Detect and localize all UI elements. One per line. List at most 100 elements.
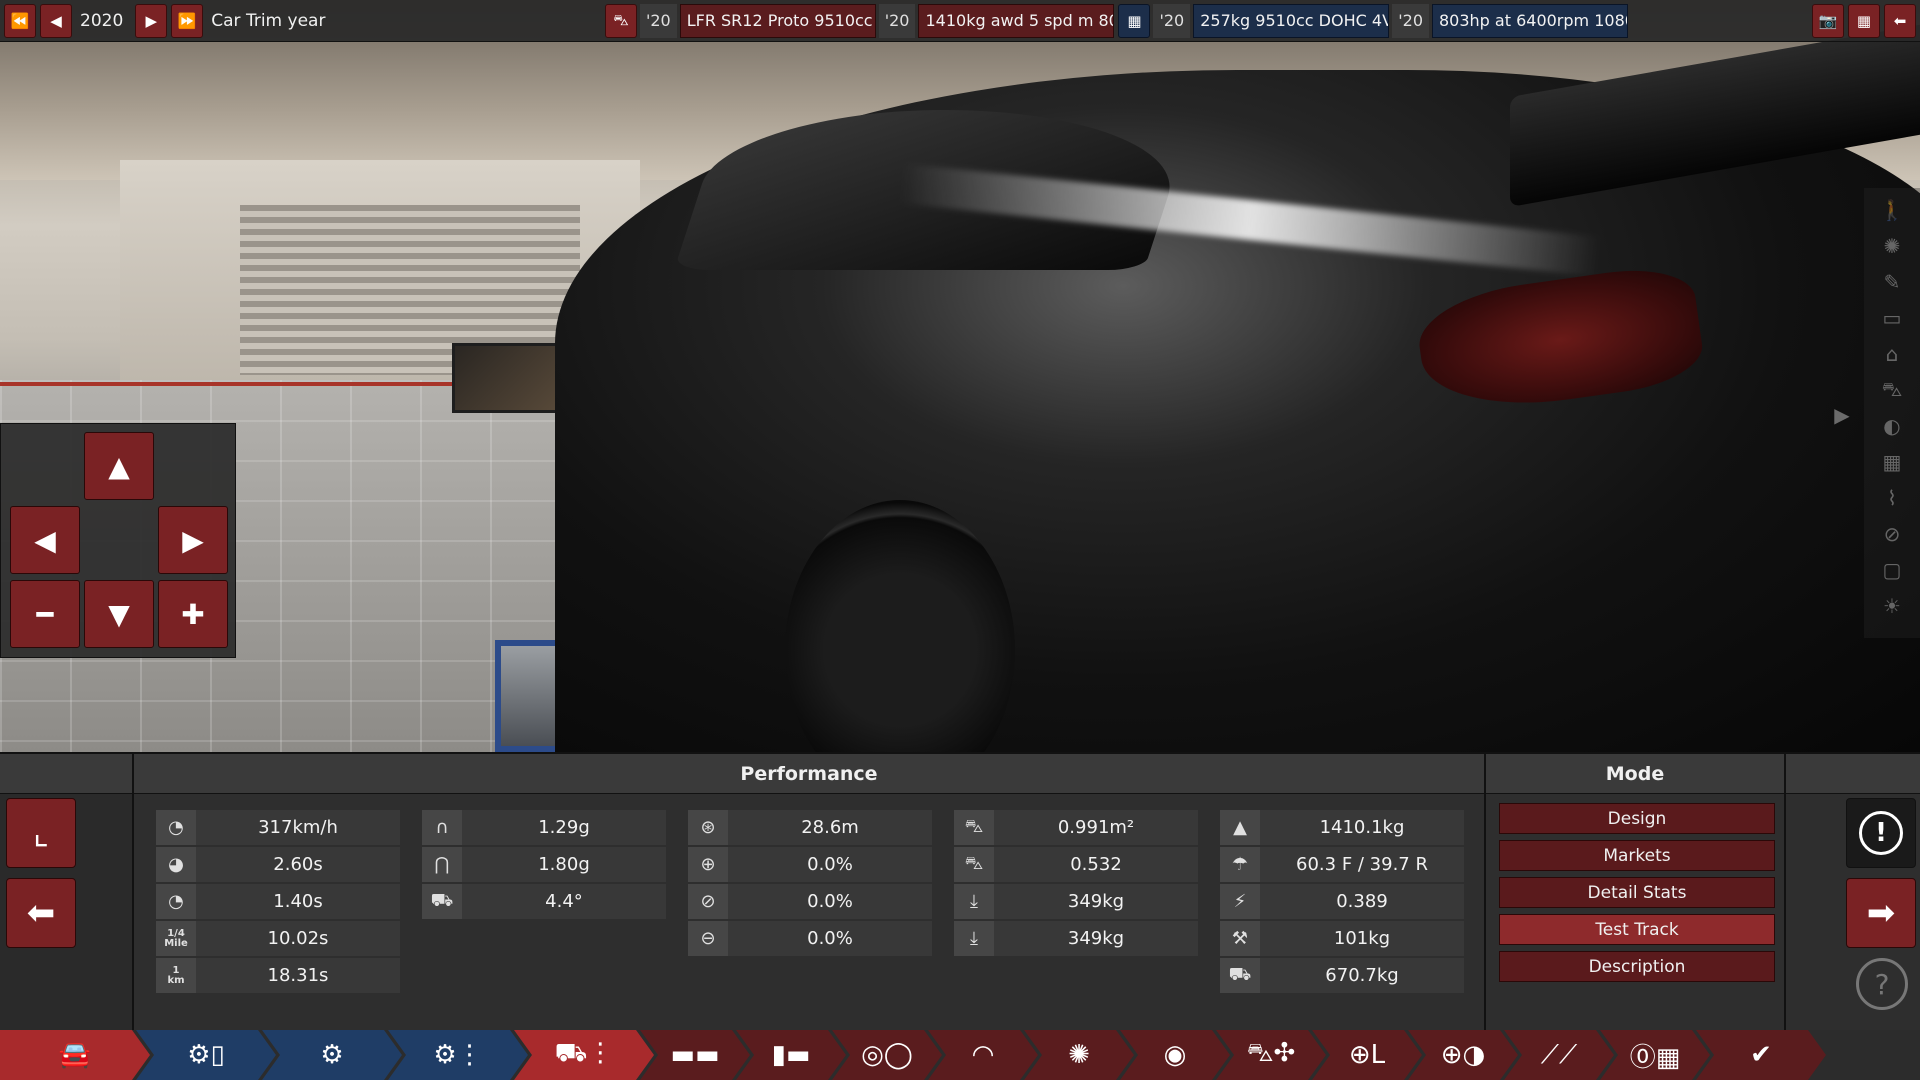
camera-right-button[interactable]: ▶ [158, 506, 228, 574]
wheel-icon[interactable]: ✺ [1874, 230, 1910, 262]
arrow-right-icon: ➡ [1866, 893, 1896, 933]
engine-button[interactable]: ▦ [1118, 3, 1151, 38]
checkmark-icon: ✔ [1750, 1040, 1772, 1070]
acceleration-60-value: 1.40s [273, 891, 323, 912]
camera-up-button[interactable]: ▲ [84, 432, 154, 500]
previous-step-button[interactable]: ⬅ [6, 878, 76, 948]
nav-wheels[interactable]: ✺ [1024, 1030, 1134, 1080]
headlight-icon[interactable]: ◐ [1874, 410, 1910, 442]
graph-button[interactable]: ⌞ [6, 798, 76, 868]
pencil-icon[interactable]: ✎ [1874, 266, 1910, 298]
stat-center-of-gravity: ⚡ 0.389 [1220, 884, 1464, 919]
stat-body-roll: ⛟ 4.4° [422, 884, 666, 919]
nav-body[interactable]: 🚘 [0, 1030, 150, 1080]
mode-markets-button[interactable]: Markets [1499, 840, 1775, 871]
warnings-button[interactable]: ! [1846, 798, 1916, 868]
brakes-icon: ◉ [1163, 1040, 1187, 1070]
mode-design-button[interactable]: Design [1499, 803, 1775, 834]
nav-engine-placement[interactable]: ◠ [928, 1030, 1038, 1080]
left-column-header [0, 754, 132, 794]
left-action-column: ⌞ ⬅ [0, 754, 134, 1032]
light-bulb-icon[interactable]: ☀ [1874, 590, 1910, 622]
help-button[interactable]: ? [1856, 958, 1908, 1010]
nav-engine-family[interactable]: ⚙▯ [136, 1030, 276, 1080]
nav-test[interactable]: ⓪▦ [1600, 1030, 1710, 1080]
stat-front-downforce: ⤓ 349kg [954, 884, 1198, 919]
tuning-icon: ⟋⟋ [1540, 1039, 1578, 1070]
next-step-button[interactable]: ➡ [1846, 878, 1916, 948]
nav-interior[interactable]: ⊕L [1312, 1030, 1422, 1080]
acceleration-60-icon: ◔ [156, 884, 196, 919]
engine-tune-icon: ⚙⋮ [433, 1040, 483, 1070]
cornering-high-value: 1.80g [538, 854, 590, 875]
zoom-in-button[interactable]: ✚ [158, 580, 228, 648]
trim-year-label: Car Trim year [211, 10, 326, 31]
zoom-out-button[interactable]: ━ [10, 580, 80, 648]
help-icon: ? [1874, 967, 1890, 1001]
wheels-icon: ✺ [1068, 1040, 1090, 1070]
fast-forward-button[interactable]: ⏩ [171, 3, 204, 38]
mode-test-track-button[interactable]: Test Track [1499, 914, 1775, 945]
seat-icon[interactable]: ⌂ [1874, 338, 1910, 370]
mode-description-button[interactable]: Description [1499, 951, 1775, 982]
variant-name-field[interactable]: 803hp at 6400rpm 1080 [1432, 3, 1628, 38]
model-name-field[interactable]: LFR SR12 Proto 9510cc V [679, 3, 876, 38]
next-year-button[interactable]: ▶ [135, 3, 168, 38]
grille-icon[interactable]: ▦ [1874, 446, 1910, 478]
spring-icon[interactable]: ⌇ [1874, 482, 1910, 514]
interior-icon: ⊕L [1348, 1040, 1386, 1070]
trim-name-field[interactable]: 1410kg awd 5 spd m 803 [918, 3, 1115, 38]
engine-name-field[interactable]: 257kg 9510cc DOHC 4V [1193, 3, 1390, 38]
nav-engine-tune[interactable]: ⚙⋮ [388, 1030, 528, 1080]
fast-forward-icon: ⏩ [177, 11, 197, 30]
bottom-panel: ⌞ ⬅ Performance ◔ 317km/h ◕ 2.60s ◔ 1.40… [0, 752, 1920, 1032]
back-button[interactable]: ⬅ [1884, 3, 1916, 38]
mode-detail-stats-button[interactable]: Detail Stats [1499, 877, 1775, 908]
nav-car-trim[interactable]: ⛟⋮ [514, 1030, 654, 1080]
quarter-mile-value: 10.02s [267, 928, 329, 949]
nav-chassis[interactable]: ▬▬ [640, 1030, 750, 1080]
nav-engine-parts[interactable]: ⚙ [262, 1030, 402, 1080]
weight-icon: ▲ [1220, 810, 1260, 845]
test-icon: ⓪▦ [1629, 1042, 1681, 1073]
nav-suspension[interactable]: ▮▬ [736, 1030, 846, 1080]
3d-viewport[interactable] [0, 0, 1920, 752]
nav-aero[interactable]: ⛍✣ [1216, 1030, 1326, 1080]
stat-weight-distribution: ☂ 60.3 F / 39.7 R [1220, 847, 1464, 882]
stat-quarter-mile: 1/4 Mile 10.02s [156, 921, 400, 956]
camera-down-button[interactable]: ▼ [84, 580, 154, 648]
acceleration-100-icon: ◕ [156, 847, 196, 882]
stat-rear-downforce: ⤓ 349kg [954, 921, 1198, 956]
alert-icon: ! [1859, 811, 1903, 855]
bumper-icon[interactable]: ▭ [1874, 302, 1910, 334]
screenshot-button[interactable]: 📷 [1812, 3, 1844, 38]
model-button[interactable]: ⛍ [604, 3, 637, 38]
sidebar-expand-icon[interactable]: ▶ [1827, 400, 1857, 430]
front-downforce-icon: ⤓ [954, 884, 994, 919]
one-km-value: 18.31s [267, 965, 329, 986]
body-roll-icon: ⛟ [422, 884, 462, 919]
nav-brakes[interactable]: ◉ [1120, 1030, 1230, 1080]
previous-year-button[interactable]: ◀ [40, 3, 72, 38]
nav-finish[interactable]: ✔ [1696, 1030, 1826, 1080]
frame-icon[interactable]: ▢ [1874, 554, 1910, 586]
rewind-button[interactable]: ⏪ [4, 3, 36, 38]
camera-left-button[interactable]: ◀ [10, 506, 80, 574]
cargo-weight-icon: ⛟ [1220, 958, 1260, 993]
nav-drivetrain[interactable]: ◎◯ [832, 1030, 942, 1080]
steering-icon[interactable]: ⊘ [1874, 518, 1910, 550]
tow-weight-icon: ⚒ [1220, 921, 1260, 956]
stat-wheel-spin: ⊘ 0.0% [688, 884, 932, 919]
quarter-mile-icon-top: 1/4 [167, 927, 185, 939]
one-km-icon: 1 km [156, 958, 196, 993]
nav-tuning[interactable]: ⟋⟋ [1504, 1030, 1614, 1080]
mode-panel: Mode Design Markets Detail Stats Test Tr… [1484, 754, 1784, 1032]
stat-column-braking: ⊛ 28.6m ⊕ 0.0% ⊘ 0.0% ⊖ 0.0% [688, 810, 932, 958]
nav-safety[interactable]: ⊕◑ [1408, 1030, 1518, 1080]
calculator-button[interactable]: ▦ [1848, 3, 1880, 38]
car-profile-icon[interactable]: ⛍ [1874, 374, 1910, 406]
stat-column-speed: ◔ 317km/h ◕ 2.60s ◔ 1.40s 1/4 Mile 10.02… [156, 810, 400, 995]
camera-icon: 📷 [1818, 11, 1838, 30]
frontal-area-value: 0.991m² [1057, 817, 1135, 838]
person-icon[interactable]: 🚶 [1874, 194, 1910, 226]
